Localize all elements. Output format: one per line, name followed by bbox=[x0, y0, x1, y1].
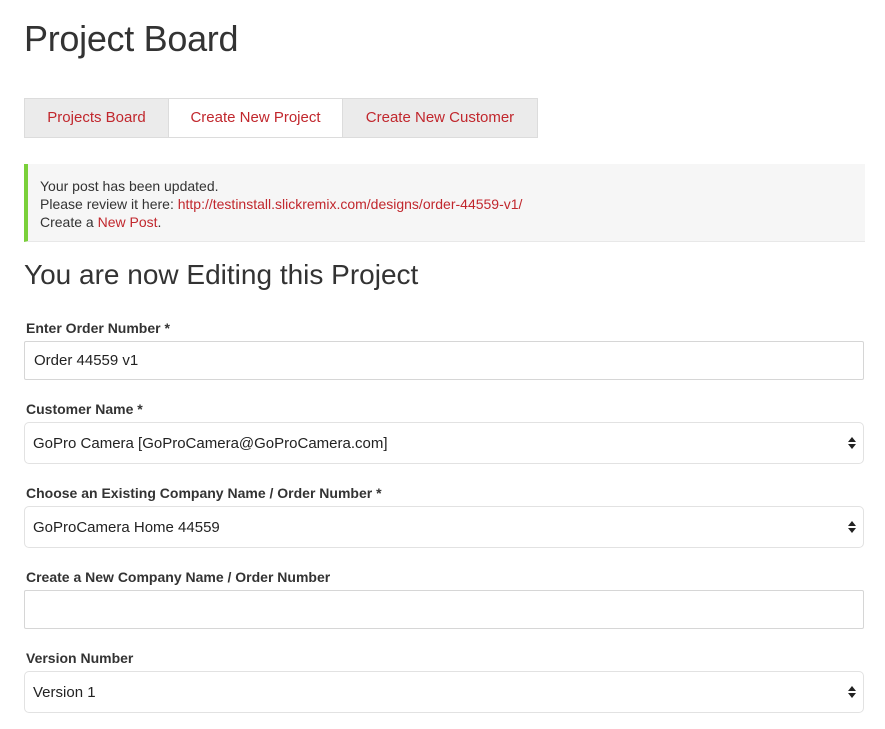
section-title: You are now Editing this Project bbox=[24, 259, 419, 290]
version-number-selected: Version 1 bbox=[33, 683, 96, 701]
order-number-value: Order 44559 v1 bbox=[34, 352, 139, 369]
tab-projects-board[interactable]: Projects Board bbox=[25, 99, 168, 137]
new-post-link[interactable]: New Post bbox=[98, 214, 158, 230]
existing-company-select[interactable]: GoProCamera Home 44559 bbox=[24, 506, 864, 548]
up-down-arrows-icon bbox=[847, 685, 857, 699]
page-title: Project Board bbox=[24, 18, 239, 59]
version-number-select[interactable]: Version 1 bbox=[24, 671, 864, 713]
tab-bar: Projects Board Create New Project Create… bbox=[24, 98, 538, 138]
existing-company-selected: GoProCamera Home 44559 bbox=[33, 518, 220, 536]
existing-company-label: Choose an Existing Company Name / Order … bbox=[26, 485, 382, 501]
notice-line-review: Please review it here: http://testinstal… bbox=[40, 195, 865, 213]
up-down-arrows-icon bbox=[847, 436, 857, 450]
customer-name-selected: GoPro Camera [GoProCamera@GoProCamera.co… bbox=[33, 434, 388, 452]
notice-line-updated: Your post has been updated. bbox=[40, 178, 219, 194]
post-permalink-link[interactable]: http://testinstall.slickremix.com/design… bbox=[178, 196, 523, 212]
customer-name-select[interactable]: GoPro Camera [GoProCamera@GoProCamera.co… bbox=[24, 422, 864, 464]
up-down-arrows-icon bbox=[847, 520, 857, 534]
update-notice: Your post has been updated. Please revie… bbox=[24, 164, 865, 242]
tab-create-new-project[interactable]: Create New Project bbox=[168, 99, 342, 137]
tab-create-new-customer[interactable]: Create New Customer bbox=[342, 99, 537, 137]
order-number-input[interactable]: Order 44559 v1 bbox=[24, 341, 864, 380]
notice-create-text: Create a bbox=[40, 214, 98, 230]
notice-period: . bbox=[157, 214, 162, 230]
new-company-input[interactable] bbox=[24, 590, 864, 629]
new-company-label: Create a New Company Name / Order Number bbox=[26, 569, 331, 585]
order-number-label: Enter Order Number * bbox=[26, 320, 170, 336]
version-number-label: Version Number bbox=[26, 650, 134, 666]
notice-review-text: Please review it here: bbox=[40, 196, 178, 212]
customer-name-label: Customer Name * bbox=[26, 401, 143, 417]
notice-line-create: Create a New Post. bbox=[40, 213, 865, 231]
